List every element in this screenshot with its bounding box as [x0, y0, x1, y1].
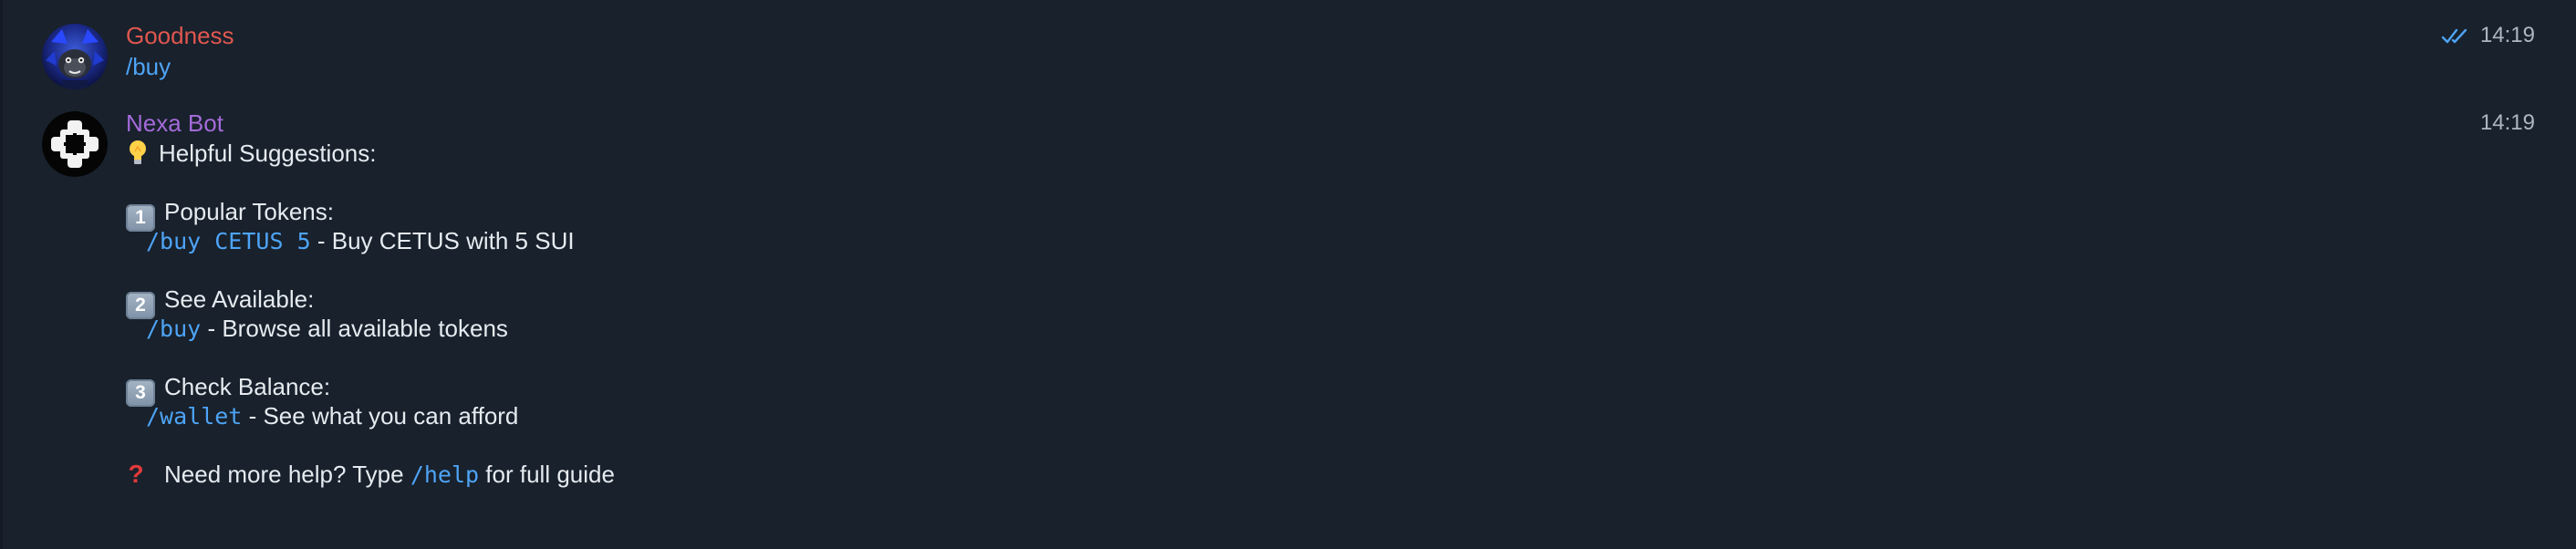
double-check-icon [2441, 28, 2467, 44]
command-description: - Buy CETUS with 5 SUI [310, 227, 575, 254]
help-prefix: Need more help? Type [164, 461, 410, 488]
chat-history: Goodness /buy 14:19 Nexa Bot 14:19 Helpf… [0, 0, 2576, 549]
message-content: Goodness /buy 14:19 [126, 20, 2576, 82]
light-bulb-icon [130, 140, 146, 164]
intro-line: Helpful Suggestions: [126, 139, 2576, 168]
nexa-logo-icon [42, 111, 108, 177]
sender-name[interactable]: Nexa Bot [126, 108, 2576, 139]
avatar-goodness[interactable] [42, 24, 108, 89]
section-command-2: /buy - Browse all available tokens [126, 314, 2576, 343]
command-code[interactable]: /buy CETUS 5 [146, 228, 311, 254]
section-title-text: Check Balance: [164, 373, 331, 400]
message-time: 14:19 [2479, 23, 2535, 47]
intro-text: Helpful Suggestions: [159, 140, 377, 167]
message-time: 14:19 [2479, 110, 2535, 135]
help-suffix: for full guide [479, 461, 615, 488]
section-title-text: See Available: [164, 285, 315, 313]
section-title-3: 3 Check Balance: [126, 372, 2576, 407]
section-title-text: Popular Tokens: [164, 198, 334, 225]
command-link[interactable]: /buy [126, 51, 2576, 82]
command-description: - See what you can afford [242, 402, 519, 430]
question-mark-icon: ? [128, 460, 144, 488]
section-title-2: 2 See Available: [126, 285, 2576, 319]
help-line: ? Need more help? Type /help for full gui… [126, 460, 2576, 489]
command-code[interactable]: /buy [146, 316, 201, 342]
help-command-code[interactable]: /help [410, 461, 479, 488]
panel-divider [0, 0, 3, 549]
command-description: - Browse all available tokens [201, 315, 508, 342]
section-title-1: 1 Popular Tokens: [126, 197, 2576, 232]
section-command-1: /buy CETUS 5 - Buy CETUS with 5 SUI [126, 226, 2576, 255]
sender-name[interactable]: Goodness [126, 20, 2576, 51]
avatar-nexa-bot[interactable] [42, 111, 108, 177]
command-code[interactable]: /wallet [146, 403, 242, 430]
section-command-3: /wallet - See what you can afford [126, 401, 2576, 430]
message-content: Nexa Bot 14:19 Helpful Suggestions: 1 Pop… [126, 108, 2576, 489]
avatar-goodness-image [42, 24, 108, 89]
